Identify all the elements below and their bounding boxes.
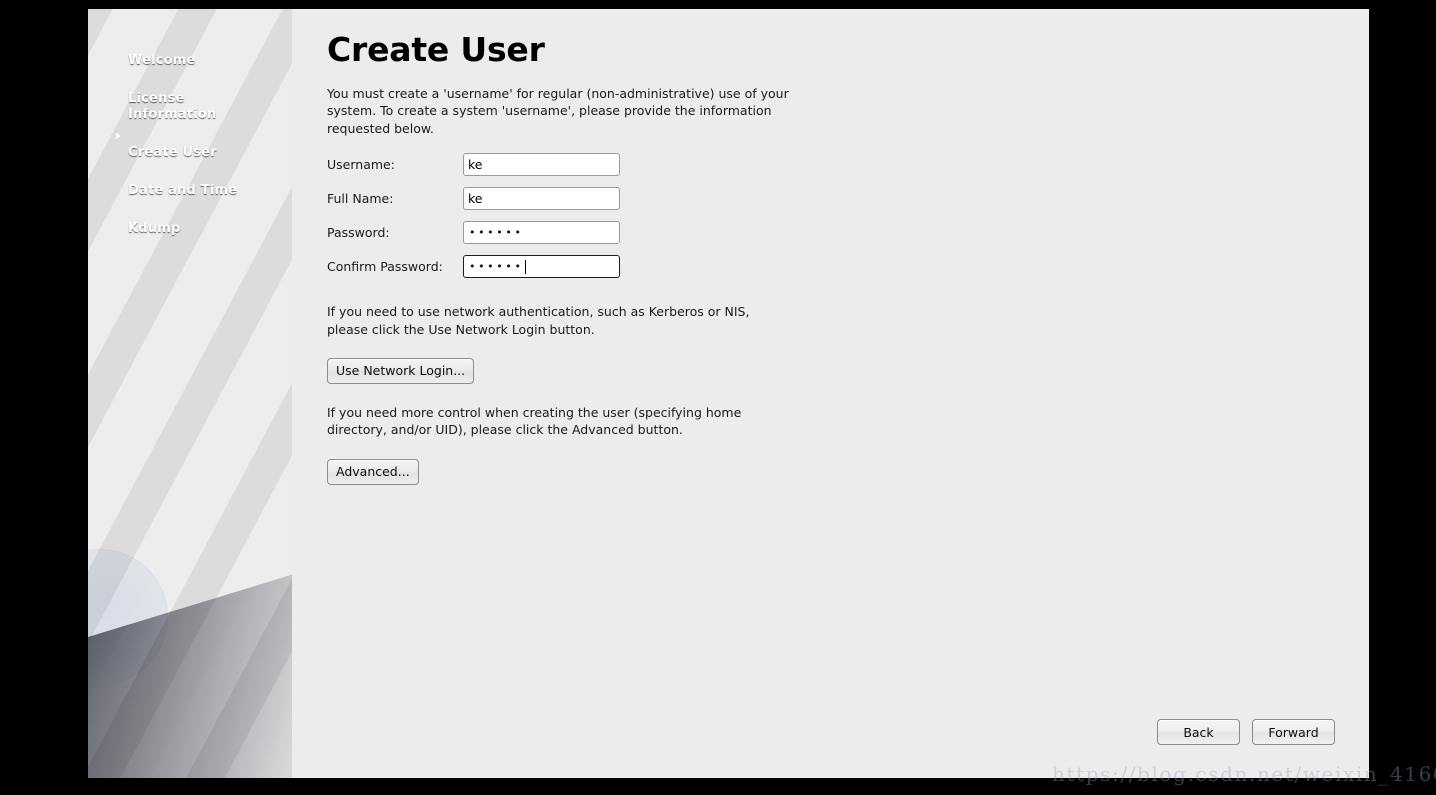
create-user-form: Username: Full Name: Password: •••••• Co… [327, 153, 1369, 279]
fullname-input[interactable] [463, 187, 620, 211]
sidebar-item-kdump[interactable]: Kdump [88, 202, 292, 240]
sidebar-item-create-user[interactable]: Create User [88, 126, 292, 164]
sidebar-item-label: Welcome [128, 53, 196, 68]
confirm-password-input-box[interactable]: •••••• [463, 255, 620, 279]
sidebar-item-date-and-time[interactable]: Date and Time [88, 164, 292, 202]
network-auth-note: If you need to use network authenticatio… [327, 304, 750, 337]
username-label: Username: [327, 156, 395, 172]
username-input[interactable] [463, 153, 620, 177]
sidebar-item-welcome[interactable]: Welcome [88, 34, 292, 72]
password-masked-value: •••••• [469, 226, 524, 240]
sidebar-shadow-decoration [88, 554, 292, 778]
sidebar-item-label: Create User [128, 145, 217, 160]
page-title: Create User [327, 30, 545, 69]
password-input-box[interactable]: •••••• [463, 221, 620, 245]
sidebar-item-label: Kdump [128, 221, 181, 236]
installer-window: Welcome License Information Create User … [88, 9, 1369, 778]
wizard-navigation: Back Forward [1157, 719, 1335, 745]
use-network-login-button[interactable]: Use Network Login... [327, 358, 475, 385]
sidebar-nav: Welcome License Information Create User … [88, 9, 292, 240]
sidebar-item-label: Date and Time [128, 183, 238, 198]
sidebar-item-label: License Information [128, 91, 217, 122]
confirm-password-label: Confirm Password: [327, 258, 443, 274]
fullname-label: Full Name: [327, 190, 394, 206]
back-button[interactable]: Back [1157, 719, 1240, 745]
intro-text: You must create a 'username' for regular… [327, 86, 789, 136]
advanced-button[interactable]: Advanced... [327, 458, 419, 485]
sidebar: Welcome License Information Create User … [88, 9, 292, 778]
content-panel: Create User You must create a 'username'… [292, 9, 1369, 778]
sidebar-item-license-information[interactable]: License Information [88, 72, 292, 126]
confirm-password-input[interactable]: •••••• [463, 255, 620, 279]
globe-decoration-icon [88, 549, 168, 685]
screen-root: Welcome License Information Create User … [0, 0, 1436, 795]
forward-button[interactable]: Forward [1252, 719, 1335, 745]
password-input[interactable]: •••••• [463, 221, 620, 245]
confirm-password-masked-value: •••••• [469, 260, 524, 274]
advanced-note: If you need more control when creating t… [327, 405, 742, 438]
password-label: Password: [327, 224, 390, 240]
text-caret [524, 259, 526, 274]
